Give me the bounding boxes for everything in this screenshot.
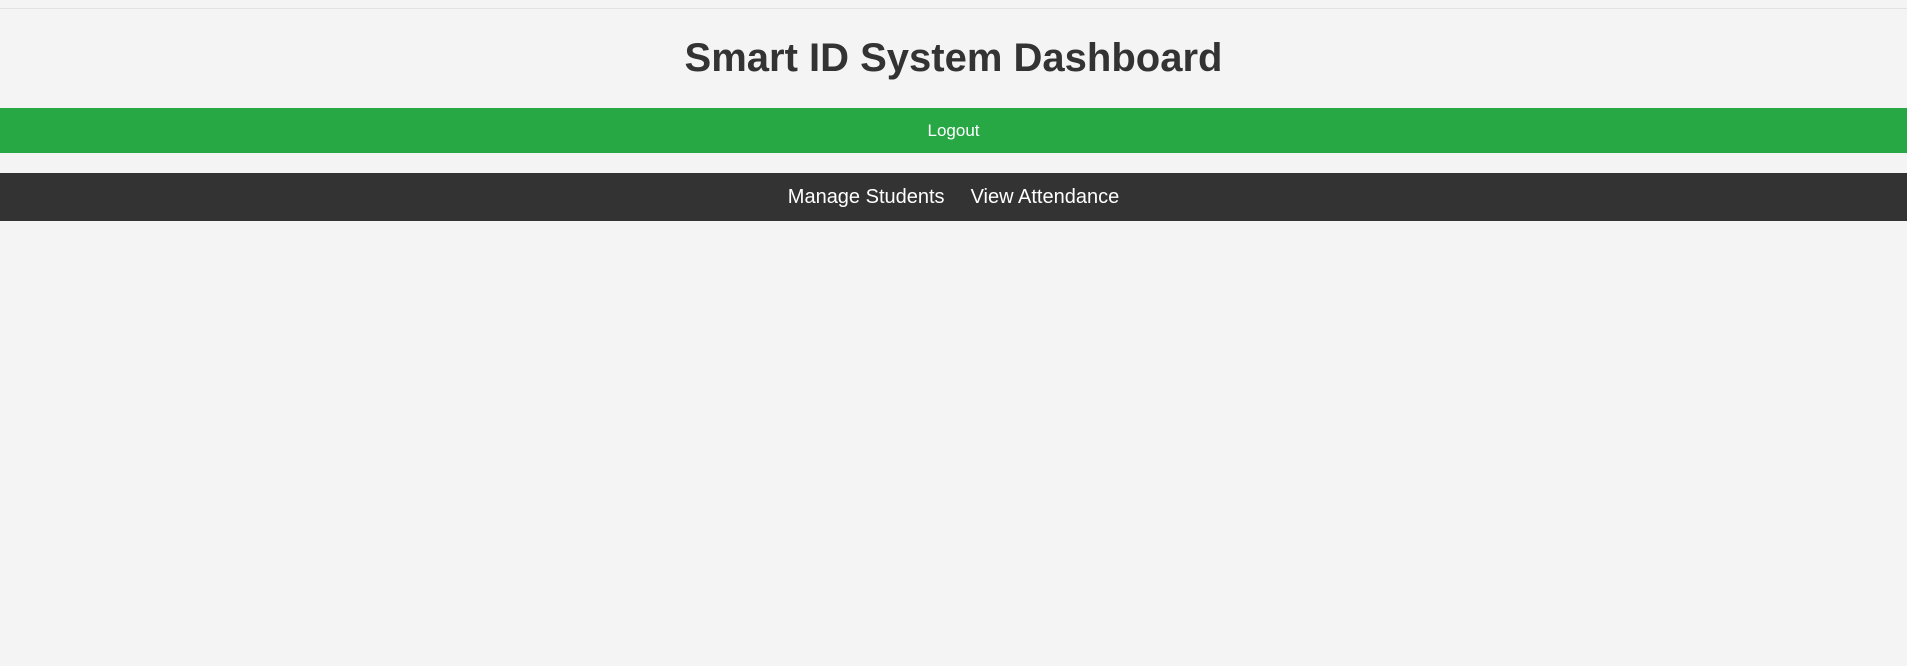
dashboard-page: Smart ID System Dashboard Logout Manage …: [0, 0, 1907, 666]
page-title: Smart ID System Dashboard: [684, 36, 1223, 80]
top-divider: [0, 8, 1907, 9]
nav-link-manage-students[interactable]: Manage Students: [788, 173, 945, 221]
nav-link-view-attendance[interactable]: View Attendance: [971, 173, 1120, 221]
logout-button[interactable]: Logout: [0, 108, 1907, 153]
main-nav: Manage Students View Attendance: [0, 173, 1907, 221]
